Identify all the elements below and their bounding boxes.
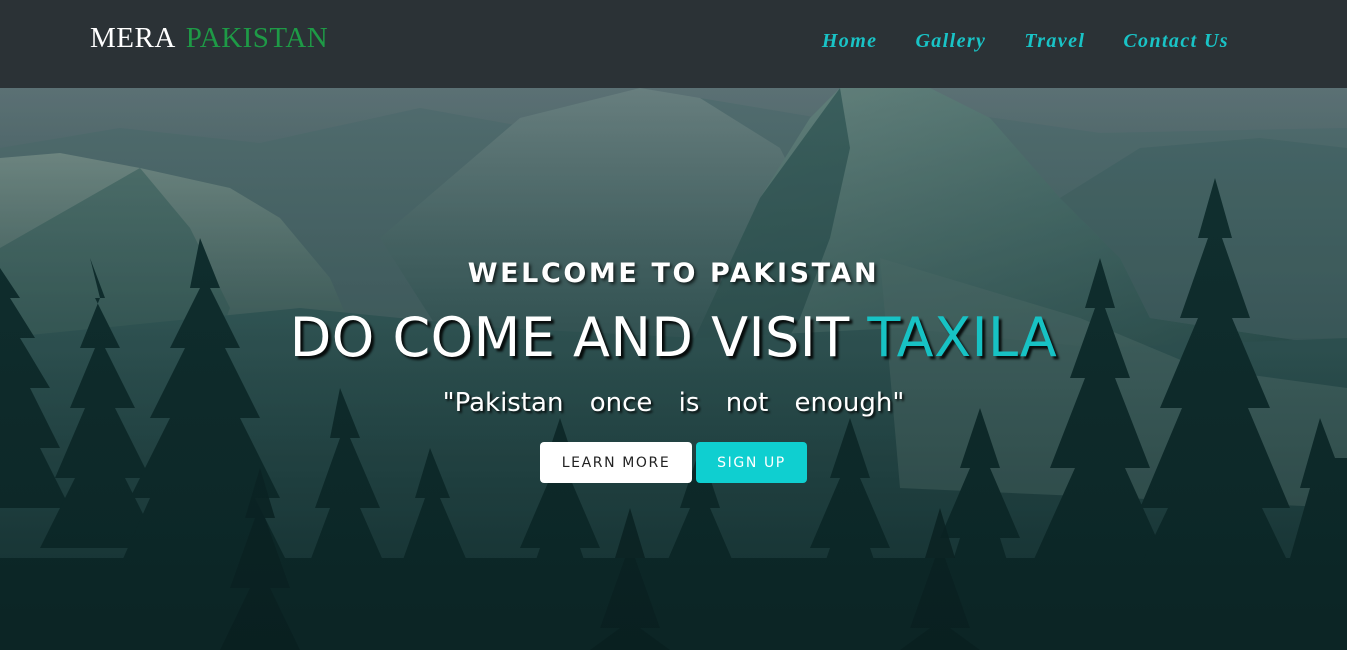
nav-link-gallery[interactable]: Gallery (915, 30, 986, 53)
sign-up-button[interactable]: SIGN UP (696, 442, 807, 483)
nav-link-contact-us[interactable]: Contact Us (1123, 30, 1229, 53)
hero-buttons: LEARN MORE SIGN UP (540, 442, 807, 483)
site-logo[interactable]: MERA PAKISTAN (90, 22, 328, 55)
nav-link-travel[interactable]: Travel (1024, 30, 1085, 53)
brand-word-mera: MERA (90, 22, 176, 54)
nav-menu: Home Gallery Travel Contact Us (822, 30, 1229, 53)
brand-word-pakistan: PAKISTAN (185, 22, 329, 54)
nav-link-home[interactable]: Home (822, 30, 878, 53)
hero-background-image (0, 88, 1347, 650)
main-headline: DO COME AND VISIT TAXILA (0, 306, 1347, 369)
hero-section: WELCOME TO PAKISTAN DO COME AND VISIT TA… (0, 88, 1347, 650)
top-navbar: MERA PAKISTAN Home Gallery Travel Contact… (0, 0, 1347, 88)
welcome-heading: WELCOME TO PAKISTAN (467, 258, 880, 289)
learn-more-button[interactable]: LEARN MORE (540, 442, 692, 483)
headline-main-text: DO COME AND VISIT (289, 306, 868, 369)
tagline: "Pakistan once is not enough" (442, 388, 905, 418)
headline-accent-text: TAXILA (867, 306, 1058, 369)
